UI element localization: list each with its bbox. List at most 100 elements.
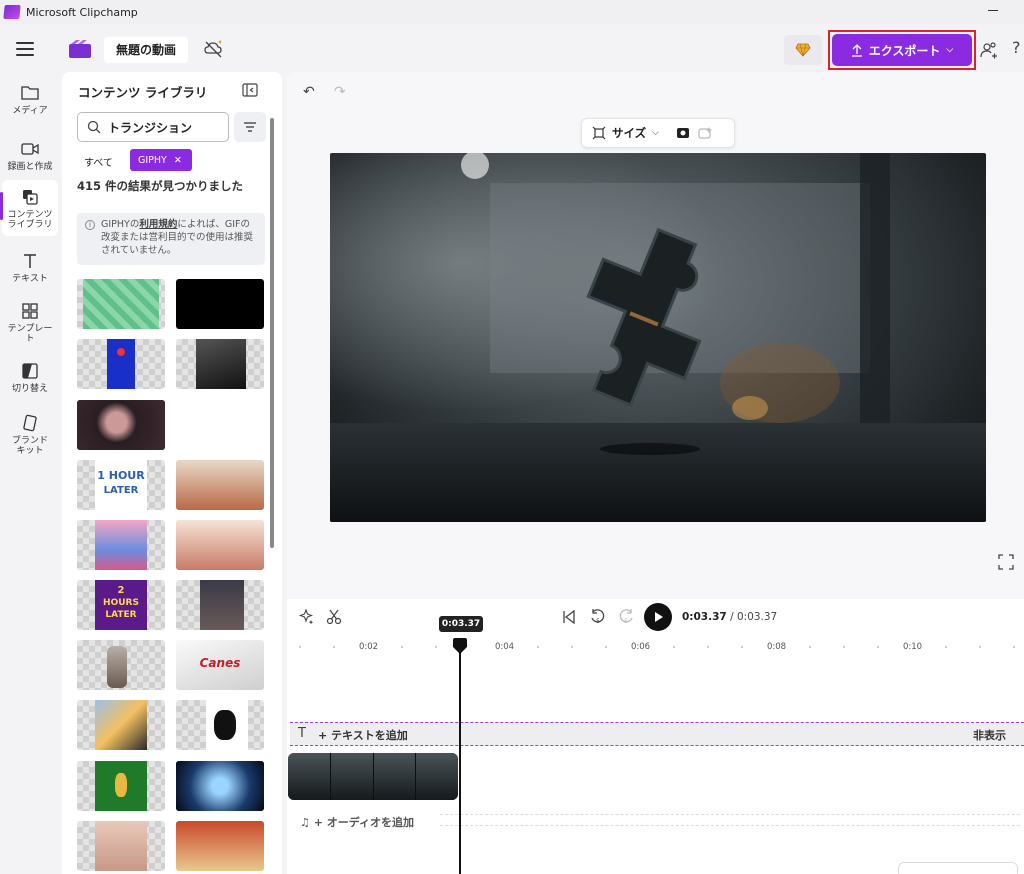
play-icon bbox=[655, 612, 663, 622]
rewind-5-icon[interactable]: 5 bbox=[590, 608, 606, 626]
playhead-line[interactable] bbox=[459, 646, 461, 874]
gif-thumbnail[interactable] bbox=[176, 520, 264, 570]
scissors-icon[interactable] bbox=[326, 609, 342, 625]
export-button[interactable]: エクスポート ⌵ bbox=[832, 34, 972, 66]
forward-5-icon[interactable]: 5 bbox=[618, 608, 634, 626]
cloud-sync-off-icon[interactable] bbox=[203, 38, 225, 60]
filter-chip-giphy[interactable]: GIPHY ✕ bbox=[130, 149, 192, 171]
info-icon: i bbox=[85, 220, 95, 230]
rail-item-content-library[interactable]: コンテンツ ライブラリ bbox=[0, 180, 58, 236]
terms-link[interactable]: 利用規約 bbox=[139, 219, 177, 230]
filter-button[interactable] bbox=[234, 112, 266, 142]
rail-item-brand-kit[interactable]: ブランド キット bbox=[2, 406, 58, 462]
size-label[interactable]: サイズ bbox=[612, 125, 646, 141]
magic-wand-icon[interactable] bbox=[298, 609, 314, 625]
share-users-icon[interactable] bbox=[980, 41, 998, 59]
undo-icon[interactable]: ↶ bbox=[303, 84, 315, 100]
gif-thumbnail[interactable] bbox=[77, 400, 165, 450]
camera-icon bbox=[21, 143, 39, 155]
audio-track[interactable]: ♫ + オーディオを追加 bbox=[290, 808, 1024, 834]
add-text-label[interactable]: + テキストを追加 bbox=[318, 727, 408, 743]
premium-diamond-button[interactable] bbox=[784, 35, 822, 65]
svg-text:5: 5 bbox=[596, 618, 600, 625]
ruler-dot bbox=[809, 646, 811, 648]
export-label: エクスポート bbox=[868, 43, 941, 58]
template-icon bbox=[22, 303, 38, 319]
play-button[interactable] bbox=[644, 603, 672, 631]
rail-item-templates[interactable]: テンプレー ト bbox=[2, 294, 58, 350]
gif-thumbnail[interactable] bbox=[176, 460, 264, 510]
playhead-handle[interactable] bbox=[452, 637, 468, 655]
ruler-tick-label: 0:04 bbox=[495, 642, 515, 652]
gif-thumbnail[interactable] bbox=[176, 339, 264, 389]
results-count: 415 件の結果が見つかりました bbox=[77, 179, 244, 193]
gif-thumbnail[interactable] bbox=[77, 279, 165, 329]
resize-icon[interactable] bbox=[592, 126, 606, 140]
ruler-dot bbox=[707, 646, 709, 648]
current-time: 0:03.37 bbox=[682, 611, 727, 623]
ruler-dot bbox=[299, 646, 301, 648]
text-icon bbox=[24, 254, 36, 268]
clip-frame bbox=[330, 753, 374, 800]
text-track[interactable]: T + テキストを追加 非表示 bbox=[290, 722, 1024, 746]
search-icon bbox=[87, 120, 101, 134]
gif-thumbnail[interactable] bbox=[77, 761, 165, 811]
ruler-tick-label: 0:08 bbox=[767, 642, 787, 652]
video-preview[interactable] bbox=[330, 153, 986, 522]
ruler-dot bbox=[673, 646, 675, 648]
panel-scrollbar[interactable] bbox=[270, 118, 274, 548]
gif-thumbnail[interactable] bbox=[176, 580, 264, 630]
skip-to-start-icon[interactable] bbox=[562, 610, 576, 624]
gif-thumbnail[interactable]: 2 HOURS LATER bbox=[77, 580, 165, 630]
transition-icon bbox=[22, 363, 38, 379]
chevron-down-icon: ⌵ bbox=[652, 128, 659, 138]
gif-thumbnail[interactable] bbox=[176, 761, 264, 811]
svg-text:5: 5 bbox=[624, 618, 628, 625]
ruler-dot bbox=[435, 646, 437, 648]
gif-thumbnail[interactable] bbox=[176, 279, 264, 329]
window-titlebar: Microsoft Clipchamp bbox=[0, 0, 1024, 24]
gif-thumbnail[interactable] bbox=[77, 700, 165, 750]
gif-thumbnail[interactable]: 1 HOUR LATER bbox=[77, 460, 165, 510]
gif-thumbnail[interactable] bbox=[176, 700, 264, 750]
timeline-zoom-control[interactable] bbox=[898, 862, 1018, 874]
video-clip[interactable] bbox=[288, 753, 458, 800]
hide-track-button[interactable]: 非表示 bbox=[973, 727, 1006, 743]
filter-chip-all[interactable]: すべて bbox=[84, 154, 113, 169]
gif-thumbnail[interactable] bbox=[176, 821, 264, 871]
background-remove-icon[interactable] bbox=[675, 126, 691, 140]
rail-item-record-create[interactable]: 録画と作成 bbox=[2, 132, 58, 184]
panel-title: コンテンツ ライブラリ bbox=[78, 85, 208, 100]
collapse-panel-icon[interactable] bbox=[242, 83, 258, 97]
canvas-toolbar: サイズ ⌵ bbox=[581, 118, 735, 148]
gif-thumbnail[interactable] bbox=[77, 520, 165, 570]
gif-thumbnail[interactable] bbox=[77, 339, 165, 389]
redo-icon[interactable]: ↷ bbox=[334, 84, 346, 100]
project-title-input[interactable]: 無題の動画 bbox=[104, 37, 189, 63]
ai-image-icon[interactable] bbox=[697, 126, 713, 140]
rail-item-media[interactable]: メディア bbox=[2, 76, 58, 128]
fullscreen-icon[interactable] bbox=[998, 554, 1014, 570]
add-audio-label[interactable]: ♫ + オーディオを追加 bbox=[300, 814, 414, 830]
clip-frame bbox=[373, 753, 417, 800]
minimize-button[interactable] bbox=[988, 10, 998, 11]
playhead-time-badge: 0:03.37 bbox=[439, 616, 483, 632]
brand-kit-icon bbox=[23, 414, 37, 432]
rail-item-transitions[interactable]: 切り替え bbox=[2, 354, 58, 406]
gif-thumbnail[interactable] bbox=[77, 821, 165, 871]
rail-item-text[interactable]: テキスト bbox=[2, 244, 58, 296]
help-icon[interactable]: ? bbox=[1012, 38, 1021, 57]
gif-thumbnail[interactable] bbox=[77, 640, 165, 690]
content-library-icon bbox=[23, 190, 38, 205]
clipchamp-logo-icon bbox=[69, 40, 91, 58]
clip-frame bbox=[288, 753, 331, 800]
close-icon[interactable]: ✕ bbox=[174, 155, 182, 166]
hamburger-menu-icon[interactable] bbox=[16, 42, 34, 56]
search-input[interactable]: トランジション bbox=[77, 112, 229, 142]
total-time: / 0:03.37 bbox=[730, 611, 778, 623]
ruler-dot bbox=[877, 646, 879, 648]
window-title: Microsoft Clipchamp bbox=[26, 5, 138, 19]
gif-thumbnail[interactable]: Canes bbox=[176, 640, 264, 690]
puzzle-piece-image bbox=[330, 153, 986, 522]
time-display: 0:03.37 / 0:03.37 bbox=[682, 611, 777, 623]
